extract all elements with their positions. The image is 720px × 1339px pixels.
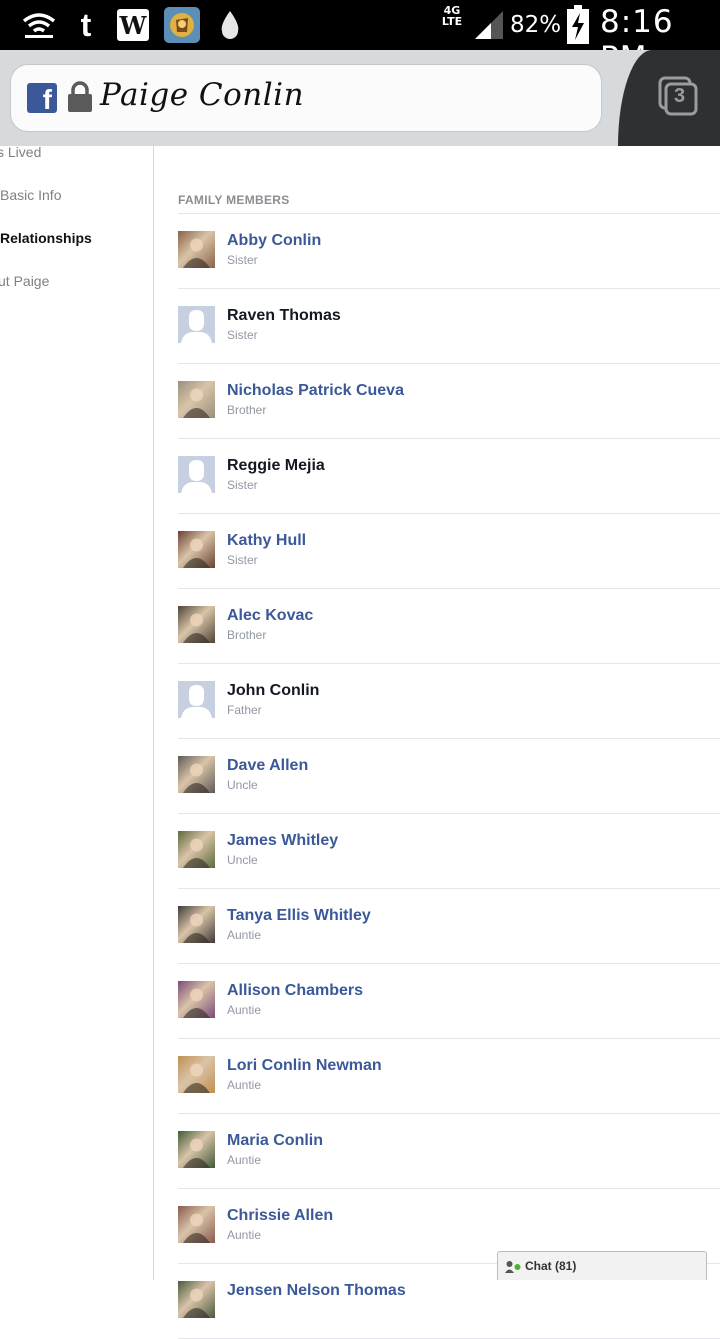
member-name[interactable]: Maria Conlin [227, 1132, 323, 1150]
member-relation: Brother [227, 403, 267, 417]
profile-photo[interactable] [178, 981, 215, 1018]
status-bar: t W 4G LTE 82% 8:16 PM [0, 0, 720, 76]
member-relation: Brother [227, 628, 267, 642]
family-member-row[interactable]: John Conlin Father [178, 664, 720, 739]
member-name[interactable]: Dave Allen [227, 757, 308, 775]
profile-photo[interactable] [178, 531, 215, 568]
family-member-row[interactable]: Raven Thomas Sister [178, 289, 720, 364]
default-avatar-icon[interactable] [178, 681, 215, 718]
member-name[interactable]: Nicholas Patrick Cueva [227, 382, 404, 400]
water-drop-icon [216, 8, 244, 42]
member-relation: Auntie [227, 1078, 262, 1092]
member-relation: Auntie [227, 1153, 262, 1167]
member-relation: Auntie [227, 928, 262, 942]
section-title: FAMILY MEMBERS [178, 193, 290, 207]
profile-photo[interactable] [178, 231, 215, 268]
sidebar-item-places-lived[interactable]: s Lived [0, 144, 41, 160]
family-member-row[interactable]: Dave Allen Uncle [178, 739, 720, 814]
words-app-icon: W [117, 9, 149, 41]
family-member-row[interactable]: Reggie Mejia Sister [178, 439, 720, 514]
family-member-row[interactable]: James Whitley Uncle [178, 814, 720, 889]
lock-icon [67, 81, 93, 113]
tumblr-icon: t [80, 6, 92, 43]
member-name: John Conlin [227, 682, 320, 699]
profile-photo[interactable] [178, 381, 215, 418]
chat-user-icon [505, 1260, 521, 1274]
profile-photo[interactable] [178, 606, 215, 643]
member-relation: Sister [227, 328, 258, 342]
member-name[interactable]: Chrissie Allen [227, 1207, 333, 1225]
family-member-row[interactable]: Abby Conlin Sister [178, 214, 720, 289]
family-members-list: Abby Conlin Sister Raven Thomas Sister Nicho… [178, 213, 720, 1339]
chat-label: Chat (81) [525, 1259, 577, 1273]
member-name[interactable]: Alec Kovac [227, 607, 313, 625]
facebook-icon: f [27, 83, 57, 113]
sidebar-item-about[interactable]: ut Paige [0, 273, 49, 289]
family-member-row[interactable]: Alec Kovac Brother [178, 589, 720, 664]
tab-count: 3 [674, 85, 686, 107]
tabs-icon: 3 [658, 76, 698, 116]
default-avatar-icon[interactable] [178, 456, 215, 493]
game-app-icon [164, 7, 200, 43]
page-title: Paige Conlin [100, 77, 305, 113]
member-relation: Auntie [227, 1003, 262, 1017]
member-relation: Uncle [227, 853, 258, 867]
battery-charging-icon [565, 5, 591, 45]
member-name: Reggie Mejia [227, 457, 325, 474]
profile-photo[interactable] [178, 756, 215, 793]
chat-bar[interactable]: Chat (81) [497, 1251, 707, 1280]
tab-switcher-button[interactable]: 3 [618, 50, 720, 146]
member-relation: Sister [227, 553, 258, 567]
main-content: FAMILY MEMBERS Abby Conlin Sister Raven Th… [154, 146, 720, 1339]
member-name[interactable]: Allison Chambers [227, 982, 363, 1000]
family-member-row[interactable]: Nicholas Patrick Cueva Brother [178, 364, 720, 439]
profile-photo[interactable] [178, 1281, 215, 1318]
wifi-icon [20, 8, 58, 42]
profile-photo[interactable] [178, 1056, 215, 1093]
member-name[interactable]: Lori Conlin Newman [227, 1057, 382, 1075]
member-name[interactable]: Jensen Nelson Thomas [227, 1282, 406, 1300]
profile-photo[interactable] [178, 1131, 215, 1168]
battery-percent: 82% [510, 12, 562, 38]
network-type: 4G LTE [441, 4, 463, 28]
member-relation: Uncle [227, 778, 258, 792]
member-name[interactable]: Abby Conlin [227, 232, 321, 250]
member-name: Raven Thomas [227, 307, 341, 324]
member-relation: Father [227, 703, 262, 717]
url-bar[interactable]: f Paige Conlin [10, 64, 602, 132]
member-name[interactable]: Tanya Ellis Whitley [227, 907, 371, 925]
member-name[interactable]: Kathy Hull [227, 532, 306, 550]
profile-photo[interactable] [178, 1206, 215, 1243]
member-relation: Auntie [227, 1228, 262, 1242]
words-app-letter: W [119, 10, 147, 40]
profile-photo[interactable] [178, 831, 215, 868]
sidebar-item-relationships[interactable]: Relationships [0, 230, 92, 246]
sidebar-item-basic-info[interactable]: Basic Info [0, 187, 61, 203]
family-member-row[interactable]: Kathy Hull Sister [178, 514, 720, 589]
default-avatar-icon[interactable] [178, 306, 215, 343]
member-relation: Sister [227, 478, 258, 492]
member-relation: Sister [227, 253, 258, 267]
member-name[interactable]: James Whitley [227, 832, 338, 850]
family-member-row[interactable]: Allison Chambers Auntie [178, 964, 720, 1039]
profile-photo[interactable] [178, 906, 215, 943]
family-member-row[interactable]: Tanya Ellis Whitley Auntie [178, 889, 720, 964]
browser-bar: f Paige Conlin 3 [0, 50, 720, 146]
signal-icon [472, 8, 506, 42]
family-member-row[interactable]: Lori Conlin Newman Auntie [178, 1039, 720, 1114]
family-member-row[interactable]: Maria Conlin Auntie [178, 1114, 720, 1189]
about-sidebar: s Lived Basic Info Relationships ut Paig… [0, 144, 154, 1280]
